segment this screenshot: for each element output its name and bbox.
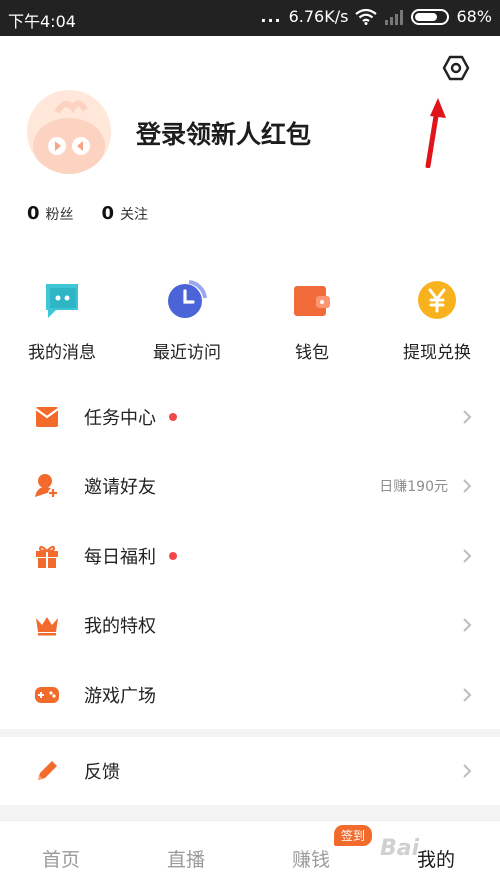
fans-count: 0	[27, 203, 40, 224]
notification-dot	[169, 551, 177, 560]
menu-item-invite-friends[interactable]: 邀请好友 日赚190元	[0, 452, 500, 522]
crown-icon	[33, 611, 61, 639]
settings-button[interactable]	[440, 52, 472, 84]
menu-label: 每日福利	[84, 546, 156, 568]
chevron-right-icon	[463, 688, 472, 702]
baidu-watermark: Bai	[380, 836, 420, 861]
clock-icon	[168, 280, 207, 318]
chevron-right-icon	[463, 764, 472, 778]
invite-user-icon	[33, 472, 61, 500]
avatar[interactable]	[27, 90, 111, 174]
chevron-right-icon	[463, 479, 472, 493]
chat-icon	[46, 284, 78, 318]
section-divider	[0, 729, 500, 737]
following-stat[interactable]: 0 关注	[102, 203, 149, 224]
following-count: 0	[101, 203, 115, 224]
quick-action-withdraw[interactable]: 提现兑换	[382, 278, 492, 363]
gamepad-icon	[33, 681, 61, 709]
bottom-tab-bar: 首页 直播 赚钱 签到 我的	[0, 820, 500, 889]
tab-live[interactable]: 直播	[167, 845, 205, 872]
quick-action-recent[interactable]: 最近访问	[132, 278, 242, 363]
status-time: 下午4:04	[8, 12, 76, 31]
gift-icon	[33, 542, 61, 570]
menu-item-privileges[interactable]: 我的特权	[0, 591, 500, 661]
quick-action-messages[interactable]: 我的消息	[7, 278, 117, 363]
task-envelope-icon	[33, 403, 61, 431]
status-bar: 下午4:04 ... 6.76K/s 68%	[0, 0, 500, 36]
fans-stat[interactable]: 0 粉丝	[27, 203, 74, 224]
menu-item-daily-benefits[interactable]: 每日福利	[0, 521, 500, 591]
invite-earnings-hint: 日赚190元	[379, 479, 448, 496]
tab-home[interactable]: 首页	[42, 845, 80, 872]
follow-stats: 0 粉丝 0 关注	[27, 203, 148, 224]
chevron-right-icon	[463, 618, 472, 632]
default-avatar-icon	[33, 100, 105, 174]
quick-actions: 我的消息 最近访问 钱包 提现兑换	[0, 278, 500, 368]
menu-list: 任务中心 邀请好友 日赚190元 每日福利 我的特权 游戏广场	[0, 382, 500, 730]
fans-label: 粉丝	[45, 207, 74, 223]
menu-item-task-center[interactable]: 任务中心	[0, 382, 500, 452]
status-indicators: ... 6.76K/s 68%	[260, 7, 492, 26]
notification-dot	[169, 412, 177, 421]
following-label: 关注	[120, 207, 149, 223]
wifi-icon	[355, 8, 378, 25]
signal-icon	[385, 9, 404, 25]
menu-label: 邀请好友	[84, 477, 156, 499]
menu-label: 游戏广场	[84, 685, 156, 707]
quick-action-wallet[interactable]: 钱包	[257, 278, 367, 363]
tab-mine[interactable]: 我的	[417, 845, 455, 872]
section-divider	[0, 805, 500, 820]
menu-label: 反馈	[84, 762, 120, 783]
chevron-right-icon	[463, 549, 472, 563]
settings-hexagon-icon	[442, 55, 470, 81]
quick-action-label: 我的消息	[28, 343, 96, 363]
wallet-icon	[294, 286, 330, 316]
quick-action-label: 最近访问	[153, 343, 221, 363]
tab-earn[interactable]: 赚钱	[292, 845, 330, 872]
menu-item-game-plaza[interactable]: 游戏广场	[0, 660, 500, 730]
quick-action-label: 钱包	[295, 343, 329, 363]
more-dots: ...	[260, 7, 282, 26]
battery-percent: 68%	[456, 7, 492, 26]
menu-label: 任务中心	[84, 407, 156, 429]
quick-action-label: 提现兑换	[403, 343, 471, 363]
menu-label: 我的特权	[84, 616, 156, 638]
sign-in-badge[interactable]: 签到	[334, 825, 373, 846]
yuan-coin-icon	[418, 281, 456, 319]
battery-icon	[411, 8, 450, 25]
chevron-right-icon	[463, 410, 472, 424]
network-speed: 6.76K/s	[288, 7, 349, 26]
annotation-arrow-icon	[425, 98, 446, 168]
pencil-icon	[33, 757, 61, 785]
login-prompt[interactable]: 登录领新人红包	[136, 115, 311, 151]
menu-item-feedback[interactable]: 反馈	[0, 737, 500, 805]
